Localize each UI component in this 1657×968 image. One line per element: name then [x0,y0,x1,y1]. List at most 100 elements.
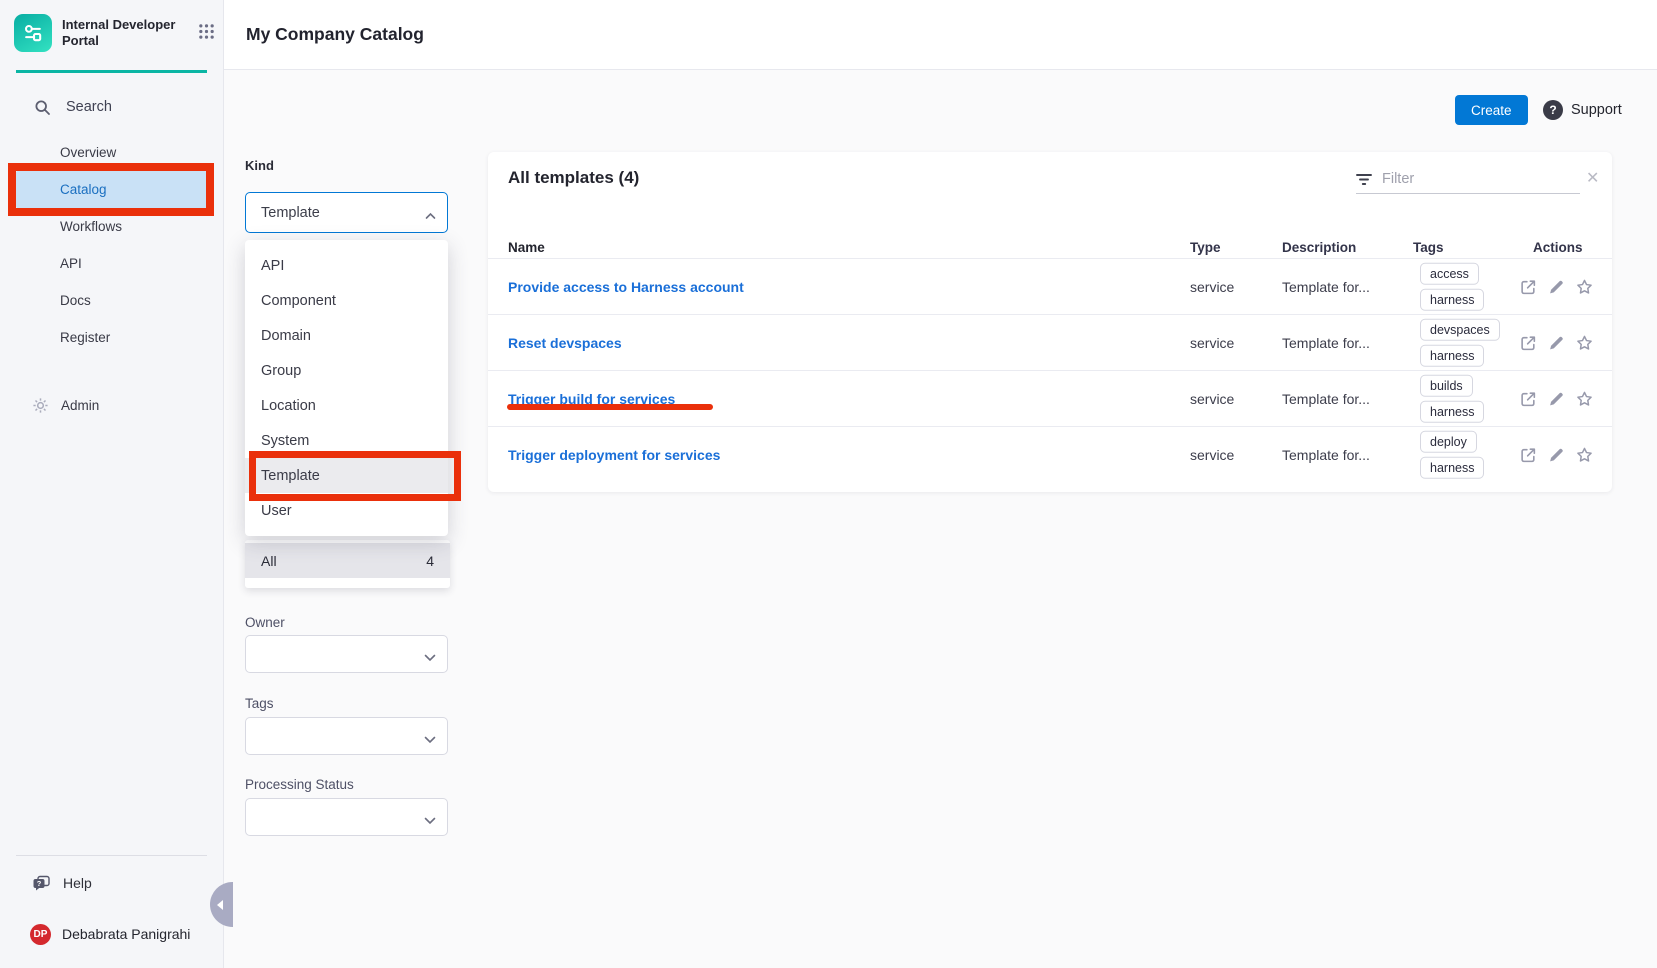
sidebar-help[interactable]: ? Help [32,869,92,897]
open-in-new-icon[interactable] [1520,334,1537,351]
owner-label: Owner [245,615,285,630]
table-row: Provide access to Harness account servic… [488,258,1612,314]
sidebar: Internal Developer Portal Search Overvie… [0,0,224,968]
tag-chip: builds [1420,374,1473,396]
facet-all-count: 4 [426,553,434,569]
sidebar-item-workflows[interactable]: Workflows [0,208,223,245]
column-header-tags: Tags [1413,240,1444,255]
clear-filter-icon[interactable]: ✕ [1586,168,1599,188]
sidebar-divider [16,855,207,856]
actions-cell [1520,446,1593,463]
processing-status-label: Processing Status [245,777,354,792]
column-header-type: Type [1190,240,1221,255]
sidebar-item-docs[interactable]: Docs [0,282,223,319]
idp-logo-icon [14,14,52,52]
admin-label: Admin [61,398,99,413]
help-chat-icon: ? [32,875,51,892]
brand-title: Internal Developer Portal [62,17,188,50]
sidebar-item-admin[interactable]: Admin [32,391,99,419]
support-button[interactable]: ? Support [1543,95,1622,125]
sidebar-item-register[interactable]: Register [0,319,223,356]
tags-cell: access harness [1420,262,1484,311]
sidebar-nav: Overview Catalog Workflows API Docs Regi… [0,134,223,356]
edit-icon[interactable] [1548,446,1565,463]
template-name-link[interactable]: Provide access to Harness account [508,279,744,295]
kind-option-system[interactable]: System [245,423,448,458]
main-content: Create ? Support Kind Template API Compo… [224,70,1657,968]
chevron-down-icon [424,731,436,749]
kind-label: Kind [245,158,274,173]
processing-status-select[interactable] [245,798,448,836]
page-title: My Company Catalog [246,24,424,45]
chevron-up-icon [425,207,436,225]
tags-cell: devspaces harness [1420,318,1500,367]
brand: Internal Developer Portal [14,14,215,52]
kind-option-group[interactable]: Group [245,353,448,388]
type-cell: service [1190,279,1234,295]
kind-select[interactable]: Template [245,192,448,233]
tags-select[interactable] [245,717,448,755]
star-icon[interactable] [1576,390,1593,407]
sidebar-item-api[interactable]: API [0,245,223,282]
module-grid-icon[interactable] [198,23,215,45]
template-name-link[interactable]: Trigger build for services [508,391,675,407]
sidebar-item-catalog[interactable]: Catalog [16,171,207,208]
edit-icon[interactable] [1548,390,1565,407]
kind-option-location[interactable]: Location [245,388,448,423]
open-in-new-icon[interactable] [1520,278,1537,295]
sidebar-search[interactable]: Search [34,93,112,121]
sidebar-user[interactable]: DP Debabrata Panigrahi [30,921,190,947]
column-header-description: Description [1282,240,1356,255]
star-icon[interactable] [1576,446,1593,463]
edit-icon[interactable] [1548,334,1565,351]
open-in-new-icon[interactable] [1520,390,1537,407]
question-circle-icon: ? [1543,100,1563,120]
kind-select-value: Template [246,205,320,221]
actions-cell [1520,334,1593,351]
chevron-down-icon [424,812,436,830]
kind-option-component[interactable]: Component [245,283,448,318]
search-icon [34,99,51,116]
description-cell: Template for... [1282,279,1370,295]
tag-chip: devspaces [1420,318,1500,340]
star-icon[interactable] [1576,334,1593,351]
tags-cell: builds harness [1420,374,1484,423]
table-title: All templates (4) [508,168,639,188]
filter-input[interactable] [1382,171,1580,187]
open-in-new-icon[interactable] [1520,446,1537,463]
kind-option-api[interactable]: API [245,248,448,283]
template-name-link[interactable]: Trigger deployment for services [508,447,720,463]
template-name-link[interactable]: Reset devspaces [508,335,622,351]
top-header: My Company Catalog [224,0,1657,70]
facet-all-row[interactable]: All 4 [245,543,450,578]
edit-icon[interactable] [1548,278,1565,295]
chevron-down-icon [424,649,436,667]
tag-chip: harness [1420,401,1484,423]
user-avatar: DP [30,924,51,945]
tags-label: Tags [245,696,274,711]
tag-chip: harness [1420,345,1484,367]
table-row: Trigger deployment for services service … [488,426,1612,482]
tag-chip: harness [1420,457,1484,479]
owner-select[interactable] [245,635,448,673]
table-row: Reset devspaces service Template for... … [488,314,1612,370]
kind-option-template[interactable]: Template [245,458,448,493]
kind-dropdown-menu: API Component Domain Group Location Syst… [245,240,448,536]
column-header-name: Name [508,240,545,255]
description-cell: Template for... [1282,447,1370,463]
kind-option-domain[interactable]: Domain [245,318,448,353]
sidebar-search-label: Search [66,99,112,115]
support-label: Support [1571,102,1622,118]
star-icon[interactable] [1576,278,1593,295]
type-cell: service [1190,447,1234,463]
brand-underline [16,70,207,73]
filter-icon [1356,172,1372,186]
kind-option-user[interactable]: User [245,493,448,528]
column-header-actions: Actions [1533,240,1583,255]
tag-chip: harness [1420,289,1484,311]
sidebar-item-overview[interactable]: Overview [0,134,223,171]
create-button[interactable]: Create [1455,95,1528,125]
actions-cell [1520,278,1593,295]
facet-all-label: All [261,553,277,569]
tag-chip: access [1420,262,1479,284]
